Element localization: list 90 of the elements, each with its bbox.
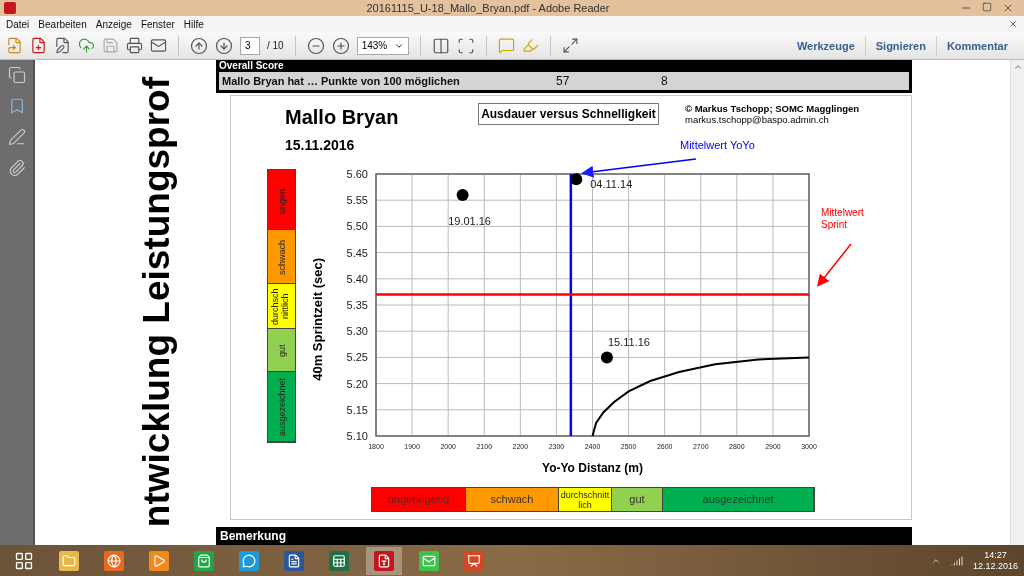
rating-label: ausgezeichnet bbox=[702, 494, 774, 505]
chat-bubble-icon[interactable] bbox=[239, 550, 259, 571]
rating-label: ungenügend bbox=[387, 494, 450, 505]
mail-icon[interactable] bbox=[150, 37, 167, 54]
y-tick-label: 5.60 bbox=[346, 168, 368, 180]
page-down-icon[interactable] bbox=[215, 36, 233, 55]
fit-page-icon[interactable] bbox=[431, 36, 450, 55]
menu-item[interactable]: Datei bbox=[6, 18, 30, 30]
scrollbar[interactable] bbox=[1010, 60, 1024, 545]
close-icon[interactable] bbox=[1008, 19, 1018, 29]
panel-tab[interactable]: Signieren bbox=[864, 35, 936, 56]
y-tick-label: 5.40 bbox=[346, 272, 368, 285]
rating-label: durchschnittlich bbox=[560, 489, 610, 510]
folder-icon[interactable] bbox=[59, 550, 79, 571]
rating-label: schwach bbox=[490, 494, 534, 505]
chart-title: Ausdauer versus Schnelligkeit bbox=[478, 103, 659, 125]
start-icon[interactable] bbox=[14, 550, 34, 571]
y-tick-label: 5.55 bbox=[346, 194, 368, 207]
page-up-icon[interactable] bbox=[190, 36, 208, 55]
spreadsheet-icon[interactable] bbox=[329, 550, 349, 571]
signature-icon[interactable] bbox=[7, 128, 26, 146]
presentation-icon[interactable] bbox=[464, 550, 484, 571]
y-tick-label: 5.10 bbox=[346, 430, 368, 442]
point-label: 15.11.16 bbox=[607, 336, 650, 349]
zoom-out-icon[interactable] bbox=[306, 36, 325, 55]
annotation-label: Mittelwert Sprint bbox=[821, 207, 864, 230]
print-icon[interactable] bbox=[126, 37, 143, 54]
menu-item[interactable]: Bearbeiten bbox=[38, 18, 87, 30]
menu-item[interactable]: Fenster bbox=[140, 18, 175, 30]
document-icon[interactable] bbox=[284, 550, 304, 571]
data-point bbox=[600, 351, 613, 364]
score-statement: Mallo Bryan hat … Punkte von 100 möglichen bbox=[222, 75, 461, 87]
close-icon[interactable] bbox=[1002, 2, 1014, 14]
panel-tab[interactable]: Werkzeuge bbox=[786, 35, 865, 56]
score-value: 57 bbox=[556, 74, 571, 88]
author-text: © Markus Tschopp; SOMC Magglingen bbox=[685, 103, 861, 114]
menu-item[interactable]: Anzeige bbox=[95, 18, 132, 30]
report-date: 15.11.2016 bbox=[285, 137, 356, 153]
zoom-in-icon[interactable] bbox=[331, 36, 350, 55]
rating-label: gut bbox=[276, 342, 287, 359]
scroll-up-icon[interactable] bbox=[1012, 62, 1023, 72]
data-point bbox=[570, 173, 583, 186]
pdf-file-icon[interactable] bbox=[374, 550, 394, 571]
clock-date: 12.12.2016 bbox=[972, 560, 1018, 572]
mail-icon[interactable] bbox=[419, 550, 439, 571]
y-tick-label: 5.30 bbox=[346, 325, 368, 338]
clock-time: 14:27 bbox=[984, 549, 1007, 561]
fullscreen-icon[interactable] bbox=[561, 37, 579, 54]
zoom-field[interactable]: 143% bbox=[356, 36, 409, 55]
panel-tab[interactable]: Kommentar bbox=[935, 35, 1018, 56]
fit-width-icon[interactable] bbox=[456, 36, 475, 55]
score-value: 8 bbox=[661, 74, 669, 88]
file-pen-icon[interactable] bbox=[54, 37, 71, 54]
page-count: / 10 bbox=[267, 40, 284, 51]
score-heading: Overall Score bbox=[219, 60, 285, 72]
y-tick-label: 5.50 bbox=[346, 220, 368, 233]
data-point bbox=[456, 188, 469, 201]
rating-label: gut bbox=[629, 494, 645, 505]
athlete-name: Mallo Bryan bbox=[285, 105, 400, 129]
rating-label: durchschnittlich bbox=[269, 287, 291, 325]
y-tick-label: 5.15 bbox=[346, 403, 368, 416]
paperclip-icon[interactable] bbox=[7, 159, 26, 177]
globe-icon[interactable] bbox=[104, 550, 124, 571]
y-tick-label: 5.45 bbox=[346, 246, 368, 259]
remark-heading: Bemerkung bbox=[220, 529, 287, 543]
email-text: markus.tschopp@baspo.admin.ch bbox=[685, 114, 830, 125]
rating-label: ungen. bbox=[276, 184, 287, 216]
rating-label: schwach bbox=[276, 238, 287, 277]
file-plus-icon[interactable] bbox=[30, 37, 47, 54]
window-title: 20161115_U-18_Mallo_Bryan.pdf - Adobe Reader bbox=[365, 2, 611, 14]
play-icon[interactable] bbox=[149, 550, 169, 571]
restore-icon[interactable] bbox=[982, 2, 992, 12]
page-number-field[interactable]: 3 bbox=[240, 36, 260, 55]
pages-icon[interactable] bbox=[7, 66, 26, 84]
rating-label: ausgezeichnet bbox=[276, 376, 287, 438]
x-axis-label: Yo-Yo Distanz (m) bbox=[542, 461, 643, 475]
file-arrow-icon[interactable] bbox=[6, 37, 23, 54]
menu-item[interactable]: Hilfe bbox=[183, 18, 204, 30]
y-tick-label: 5.35 bbox=[346, 299, 368, 311]
shopping-bag-icon[interactable] bbox=[194, 550, 214, 571]
point-label: 04.11.14 bbox=[590, 178, 633, 191]
y-tick-label: 5.25 bbox=[346, 351, 368, 364]
y-axis-label: 40m Sprintzeit (sec) bbox=[310, 258, 325, 381]
app-icon bbox=[4, 2, 16, 14]
cloud-upload-icon[interactable] bbox=[78, 37, 95, 54]
annotation-label: Mittelwert YoYo bbox=[680, 139, 756, 151]
y-tick-label: 5.20 bbox=[346, 377, 368, 390]
point-label: 19.01.16 bbox=[448, 214, 491, 227]
vertical-title: ntwicklung Leistungsprof bbox=[136, 77, 178, 528]
arrow bbox=[817, 243, 852, 287]
